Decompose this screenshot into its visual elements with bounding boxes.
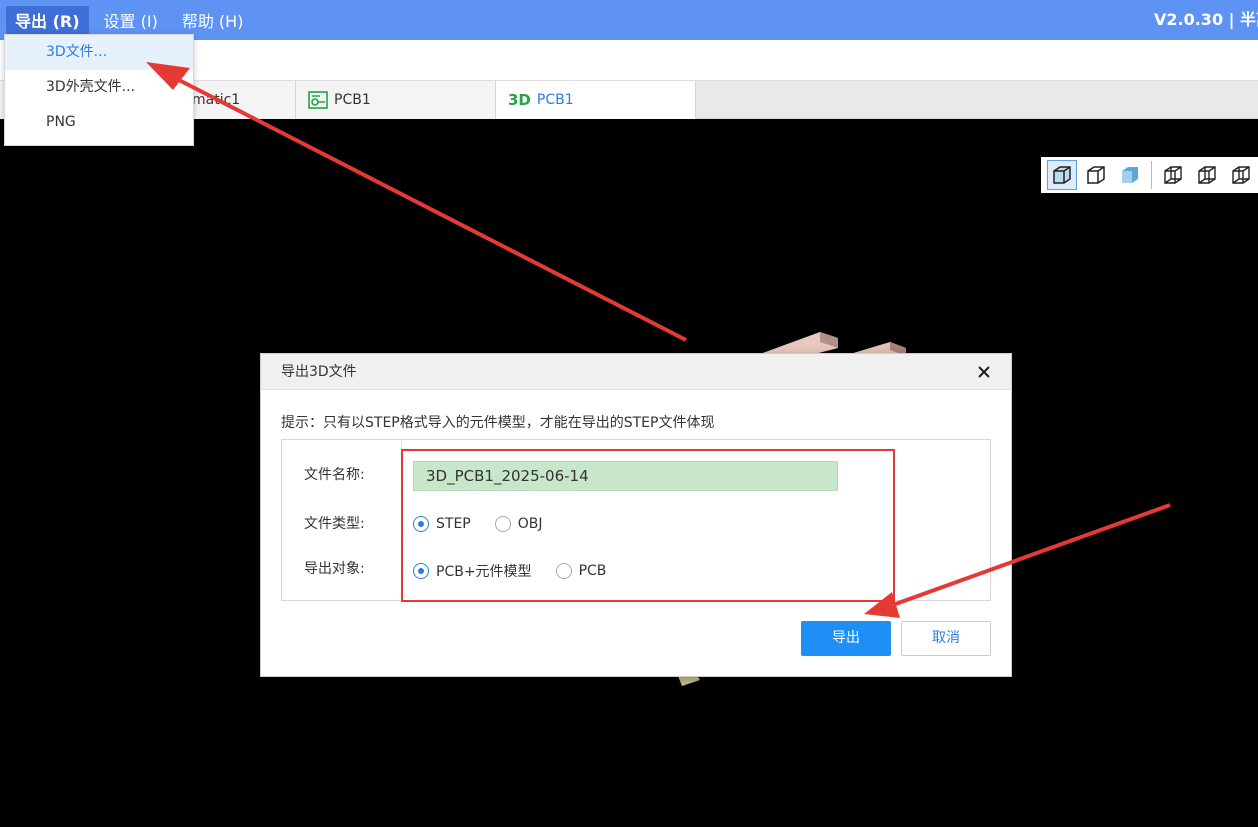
dialog-title: 导出3D文件	[281, 364, 357, 380]
menu-export[interactable]: 导出 (R)	[6, 6, 89, 34]
export-dropdown-menu: 3D文件... 3D外壳文件... PNG	[4, 34, 194, 146]
version-label: V2.0.30 | 半离	[1154, 10, 1258, 29]
tab-pcb[interactable]: PCB1	[296, 81, 496, 119]
dialog-hint: 提示：只有以STEP格式导入的元件模型，才能在导出的STEP文件体现	[281, 415, 715, 431]
dialog-title-bar: 导出3D文件	[261, 354, 1011, 390]
export-3d-dialog: 导出3D文件 提示：只有以STEP格式导入的元件模型，才能在导出的STEP文件体…	[260, 353, 1012, 677]
highlight-box	[401, 449, 895, 602]
menu-settings[interactable]: 设置 (I)	[95, 6, 167, 34]
menu-item-3d-file[interactable]: 3D文件...	[5, 35, 193, 70]
view-side-icon[interactable]	[1226, 160, 1256, 190]
3d-icon: 3D	[508, 91, 531, 109]
label-column: 文件名称: 文件类型: 导出对象:	[282, 440, 402, 600]
menu-item-3d-shell-file[interactable]: 3D外壳文件...	[5, 70, 193, 105]
wire-cube-icon[interactable]	[1081, 160, 1111, 190]
close-icon[interactable]	[975, 363, 993, 381]
view-back-icon[interactable]	[1192, 160, 1222, 190]
toolbar-divider	[1151, 161, 1152, 189]
solid-cube-icon[interactable]	[1047, 160, 1077, 190]
export-target-label: 导出对象:	[304, 561, 365, 577]
export-button[interactable]: 导出	[801, 621, 891, 656]
tab-3d-pcb[interactable]: 3D PCB1	[496, 81, 696, 119]
view-front-icon[interactable]	[1158, 160, 1188, 190]
view-toolbar	[1041, 157, 1258, 193]
file-type-label: 文件类型:	[304, 516, 365, 532]
menu-item-png[interactable]: PNG	[5, 105, 193, 140]
tab-label: matic1	[192, 92, 241, 108]
cancel-button[interactable]: 取消	[901, 621, 991, 656]
tab-label: PCB1	[536, 92, 574, 108]
file-name-label: 文件名称:	[304, 467, 365, 483]
pcb-icon	[308, 91, 328, 109]
shaded-cube-icon[interactable]	[1115, 160, 1145, 190]
menu-help[interactable]: 帮助 (H)	[173, 6, 253, 34]
tab-label: PCB1	[334, 92, 371, 108]
